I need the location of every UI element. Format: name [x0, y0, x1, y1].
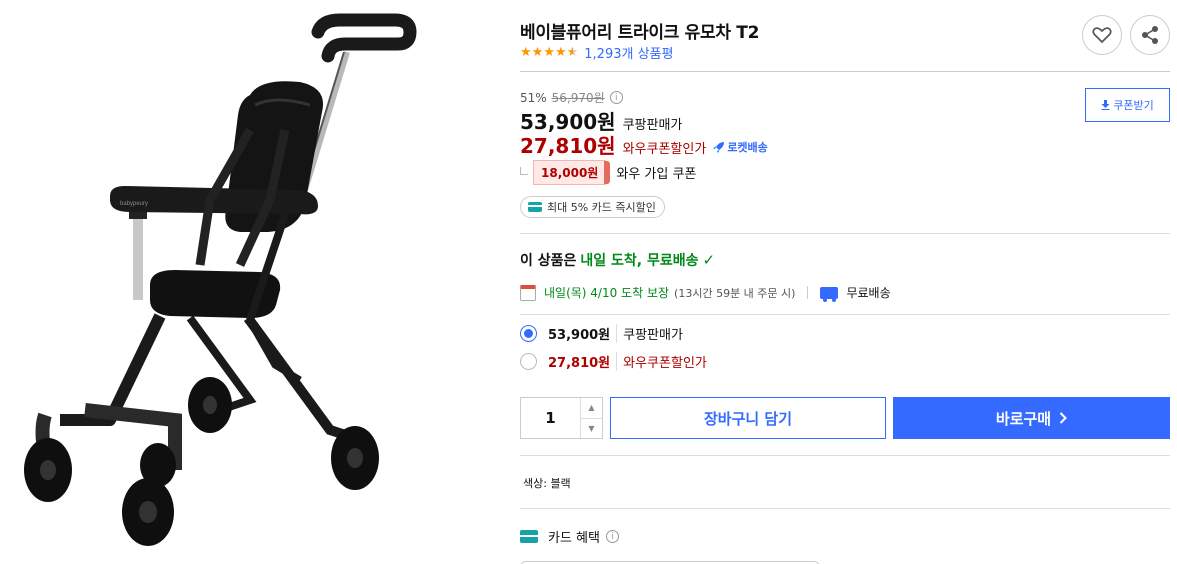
card-discount-label: 최대 5% 카드 즉시할인 — [547, 201, 656, 214]
quantity-down-icon[interactable]: ▼ — [581, 417, 602, 439]
star-icon: ★ — [554, 44, 567, 60]
discount-row: 51% 56,970원 i — [520, 89, 623, 106]
star-half-icon: ★ — [566, 44, 579, 60]
stroller-image: babypeury — [24, 13, 417, 546]
wow-coupon-label: 와우 가입 쿠폰 — [616, 167, 697, 182]
option-price: 27,810원 — [548, 356, 611, 371]
download-icon — [1101, 100, 1110, 110]
product-title: 베이블퓨어리 트라이크 유모차 T2 — [520, 23, 760, 43]
wow-price: 27,810원 — [520, 134, 616, 158]
indent-mark — [520, 166, 528, 175]
product-image[interactable]: babypeury — [0, 0, 470, 564]
quantity-up-icon[interactable]: ▲ — [581, 398, 602, 418]
divider — [520, 508, 1170, 509]
card-discount-pill[interactable]: 최대 5% 카드 즉시할인 — [520, 196, 665, 218]
price-option-wow[interactable]: 27,810원 와우쿠폰할인가 — [520, 352, 707, 371]
calendar-icon — [520, 284, 536, 301]
wishlist-button[interactable] — [1082, 15, 1122, 55]
wow-price-label: 와우쿠폰할인가 — [622, 142, 707, 157]
divider — [520, 314, 1170, 315]
divider — [520, 71, 1170, 72]
option-label: 쿠팡판매가 — [616, 324, 683, 343]
wow-price-row: 27,810원 와우쿠폰할인가 로켓배송 — [520, 130, 768, 159]
separator — [807, 286, 809, 299]
free-shipping-label: 무료배송 — [846, 286, 891, 300]
radio-unselected[interactable] — [520, 353, 537, 370]
discount-rate: 51% — [520, 90, 547, 105]
share-button[interactable] — [1130, 15, 1170, 55]
add-to-cart-button[interactable]: 장바구니 담기 — [610, 397, 886, 439]
rating-row[interactable]: ★ ★ ★ ★ ★ 1,293개 상품평 — [520, 43, 673, 62]
checkmark-icon: ✓ — [702, 251, 716, 269]
divider — [520, 455, 1170, 456]
wow-coupon-amount: 18,000원 — [533, 160, 611, 185]
delivery-headline-prefix: 이 상품은 — [520, 253, 577, 269]
wow-coupon-row: 18,000원 와우 가입 쿠폰 — [520, 160, 696, 185]
original-price: 56,970원 — [551, 91, 605, 105]
radio-selected[interactable] — [520, 325, 537, 342]
review-count-link[interactable]: 1,293개 상품평 — [584, 43, 673, 62]
credit-card-icon — [520, 530, 538, 543]
card-benefit-row[interactable]: 카드 혜택 i — [520, 527, 619, 546]
divider — [520, 233, 1170, 234]
option-label: 와우쿠폰할인가 — [616, 352, 707, 371]
star-icon: ★ — [531, 44, 544, 60]
delivery-headline-highlight: 내일 도착, 무료배송 — [580, 253, 699, 269]
buy-now-button[interactable]: 바로구매 — [893, 397, 1170, 439]
coupon-download-label: 쿠폰받기 — [1113, 99, 1154, 112]
truck-icon — [820, 286, 839, 302]
arrival-note: (13시간 59분 내 주문 시) — [674, 286, 796, 300]
selected-option: 색상: 블랙 — [523, 477, 571, 490]
share-icon — [1142, 26, 1158, 44]
quantity-input[interactable]: 1 — [521, 398, 580, 438]
arrival-date: 내일(목) 4/10 도착 보장 — [544, 286, 670, 300]
star-icon: ★ — [543, 44, 555, 60]
coupon-download-button[interactable]: 쿠폰받기 — [1085, 88, 1170, 122]
rocket-delivery-badge: 로켓배송 — [713, 139, 768, 155]
rocket-icon — [713, 142, 725, 153]
price-option-coupang[interactable]: 53,900원 쿠팡판매가 — [520, 324, 683, 343]
info-icon[interactable]: i — [609, 91, 623, 104]
card-benefit-label: 카드 혜택 — [548, 531, 600, 546]
rating-stars: ★ ★ ★ ★ ★ — [520, 44, 579, 60]
chevron-right-icon — [1059, 412, 1068, 424]
brand-text: babypeury — [120, 201, 148, 207]
quantity-stepper[interactable]: 1 ▲ ▼ — [520, 397, 603, 439]
star-icon: ★ — [520, 44, 532, 60]
arrival-row: 내일(목) 4/10 도착 보장 (13시간 59분 내 주문 시) 무료배송 — [520, 284, 891, 302]
heart-icon — [1092, 27, 1112, 44]
info-icon[interactable]: i — [605, 530, 619, 543]
buy-now-label: 바로구매 — [995, 409, 1052, 428]
credit-card-icon — [528, 202, 542, 212]
option-price: 53,900원 — [548, 328, 611, 343]
rocket-label: 로켓배송 — [727, 141, 768, 154]
delivery-headline: 이 상품은 내일 도착, 무료배송 ✓ — [520, 250, 715, 270]
